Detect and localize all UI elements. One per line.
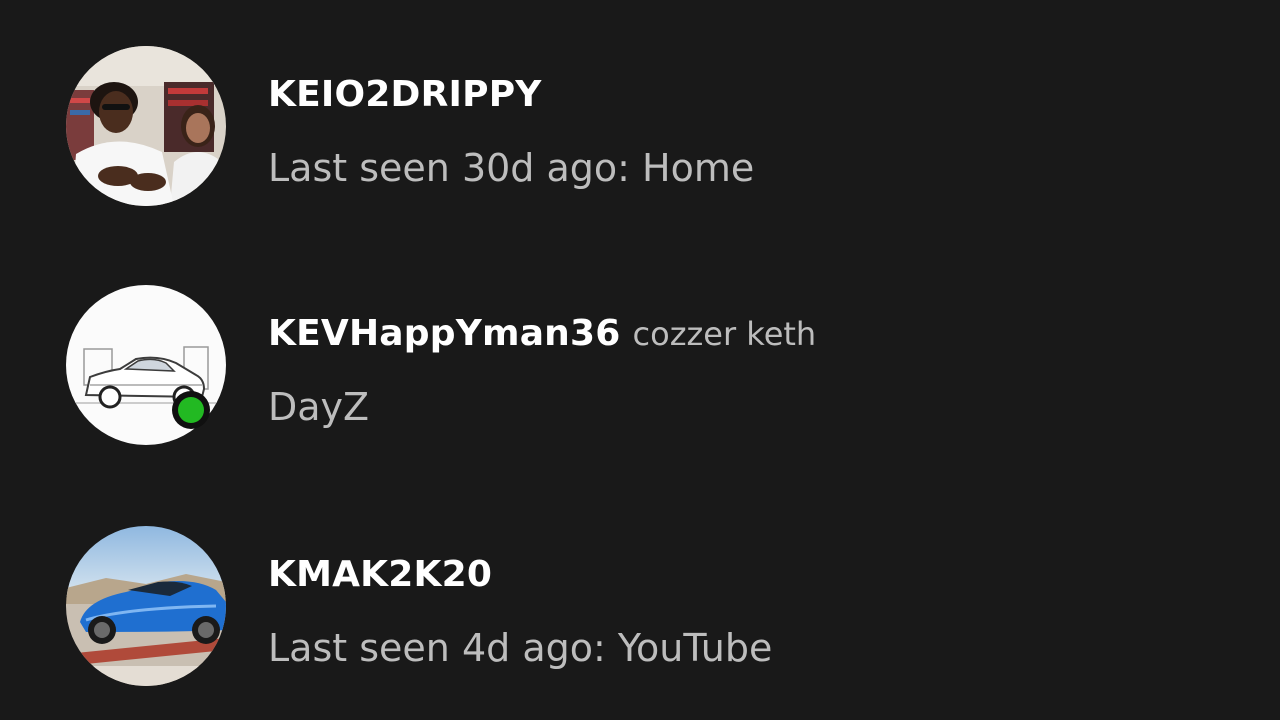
gamertag-line: KEVHappYman36 cozzer keth bbox=[268, 313, 816, 354]
gamertag: KMAK2K20 bbox=[268, 554, 493, 595]
avatar-photo-two-people-icon bbox=[66, 46, 226, 206]
presence-status: DayZ bbox=[268, 385, 370, 429]
online-dot-icon bbox=[178, 397, 204, 423]
gamertag: KEIO2DRIPPY bbox=[268, 74, 542, 115]
avatar-blue-sports-car-icon bbox=[66, 526, 226, 686]
avatar-wrap bbox=[66, 526, 226, 686]
friend-row-keio2drippy[interactable]: KEIO2DRIPPY Last seen 30d ago: Home bbox=[0, 46, 1280, 246]
friends-list: KEIO2DRIPPY Last seen 30d ago: Home KEVH… bbox=[0, 0, 1280, 720]
avatar[interactable] bbox=[66, 46, 226, 206]
gamertag-line: KEIO2DRIPPY bbox=[268, 74, 542, 115]
gamertag: KEVHappYman36 bbox=[268, 313, 621, 354]
friend-row-kevhappyman36[interactable]: KEVHappYman36 cozzer keth DayZ bbox=[0, 285, 1280, 485]
avatar[interactable] bbox=[66, 526, 226, 686]
friend-row-kmak2k20[interactable]: KMAK2K20 Last seen 4d ago: YouTube bbox=[0, 526, 1280, 720]
avatar-wrap bbox=[66, 46, 226, 206]
real-name: cozzer keth bbox=[632, 315, 817, 353]
online-indicator bbox=[172, 391, 210, 429]
avatar-wrap bbox=[66, 285, 226, 445]
gamertag-line: KMAK2K20 bbox=[268, 554, 492, 595]
presence-status: Last seen 30d ago: Home bbox=[268, 146, 755, 190]
presence-status: Last seen 4d ago: YouTube bbox=[268, 626, 773, 670]
